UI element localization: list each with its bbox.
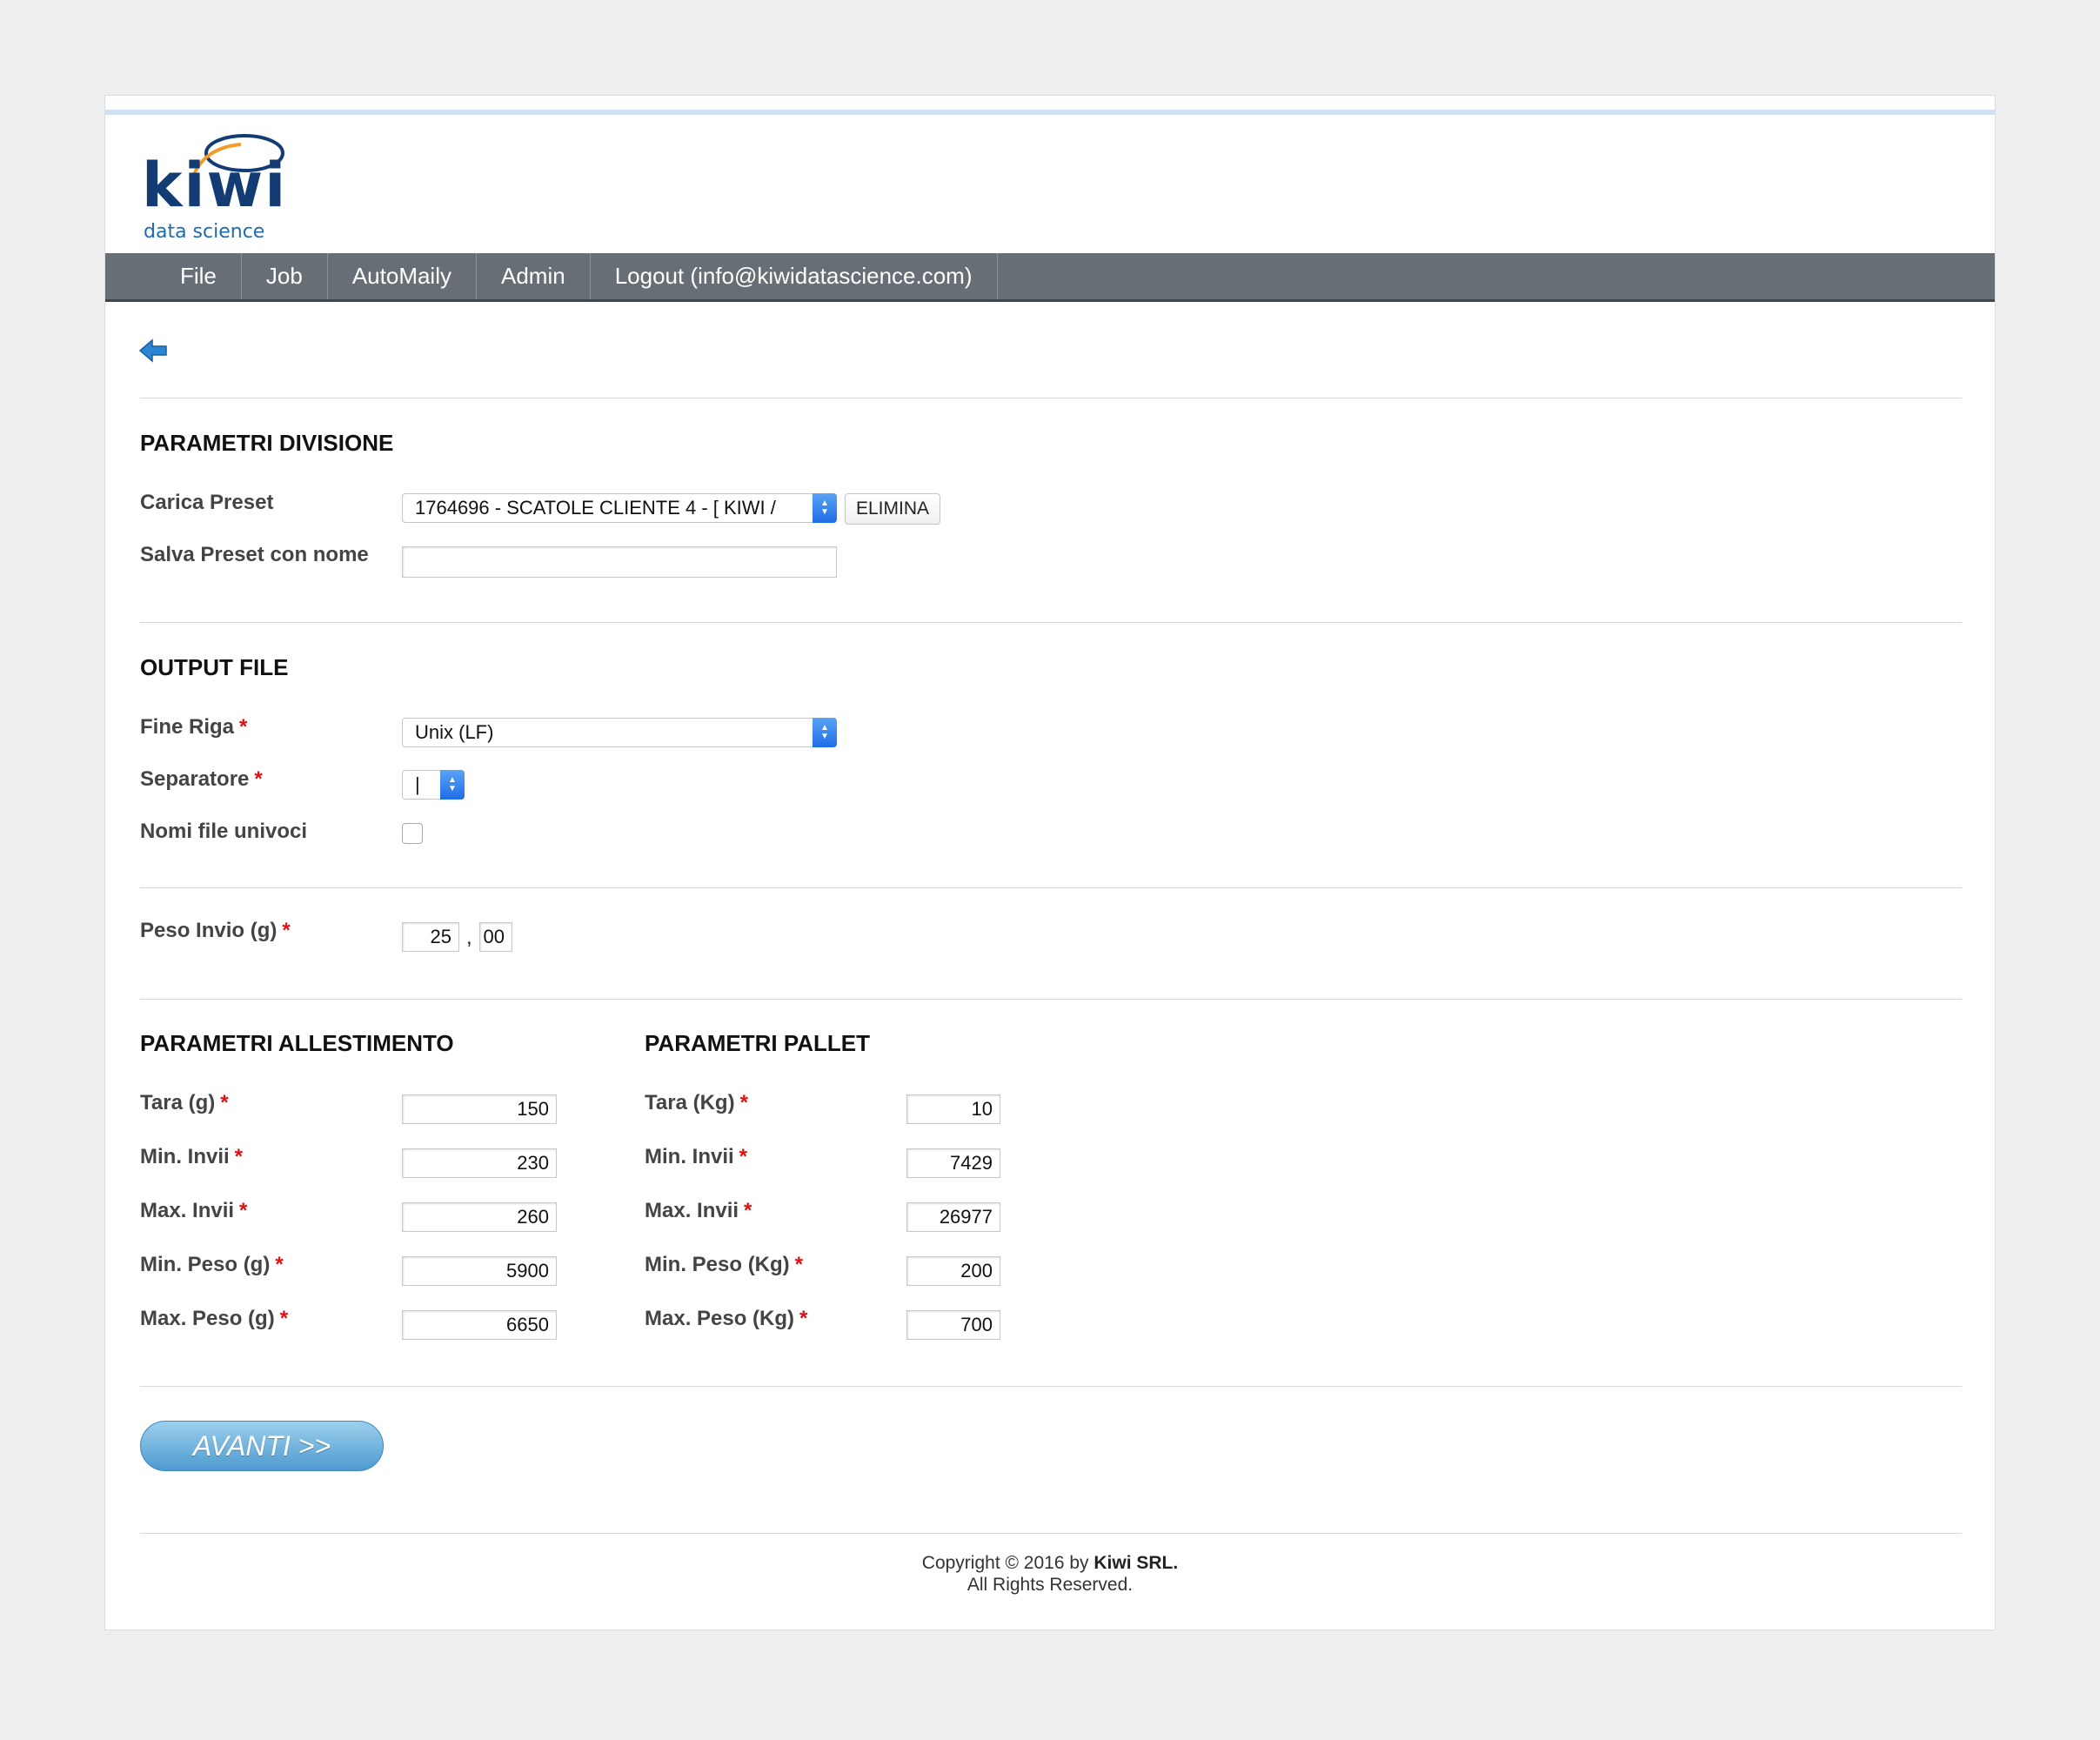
section-title-allestimento: PARAMETRI ALLESTIMENTO bbox=[140, 1030, 454, 1056]
top-strip bbox=[105, 110, 1995, 115]
elimina-button[interactable]: ELIMINA bbox=[845, 493, 941, 525]
required-mark: * bbox=[275, 1253, 284, 1276]
peso-dec-input[interactable]: 00 bbox=[479, 922, 512, 952]
label-carica-preset: Carica Preset bbox=[140, 491, 274, 514]
back-arrow-icon[interactable] bbox=[138, 338, 168, 364]
divider bbox=[140, 887, 1962, 888]
peso-decimal-separator: , bbox=[466, 926, 472, 949]
preset-select[interactable]: 1764696 - SCATOLE CLIENTE 4 - [ KIWI / ▲… bbox=[402, 493, 837, 523]
label-tara-g: Tara (g) * bbox=[140, 1091, 229, 1114]
footer-copyright: Copyright © 2016 by Kiwi SRL. bbox=[105, 1552, 1995, 1574]
footer-company: Kiwi SRL. bbox=[1093, 1553, 1179, 1573]
min-invii-input[interactable]: 230 bbox=[402, 1148, 557, 1178]
tara-g-input[interactable]: 150 bbox=[402, 1094, 557, 1124]
nav-admin[interactable]: Admin bbox=[477, 253, 591, 299]
footer: Copyright © 2016 by Kiwi SRL. All Rights… bbox=[105, 1552, 1995, 1596]
required-mark: * bbox=[794, 1253, 804, 1276]
label-separatore: Separatore * bbox=[140, 767, 263, 791]
kiwi-logo[interactable]: kiwi data science bbox=[137, 130, 293, 244]
footer-rights: All Rights Reserved. bbox=[966, 1575, 1134, 1595]
label-pallet-max-invii: Max. Invii * bbox=[645, 1199, 752, 1222]
peso-int-input[interactable]: 25 bbox=[402, 922, 459, 952]
required-mark: * bbox=[282, 919, 291, 942]
avanti-button[interactable]: AVANTI >> bbox=[140, 1421, 384, 1471]
tara-kg-input[interactable]: 10 bbox=[906, 1094, 1000, 1124]
required-mark: * bbox=[254, 767, 263, 791]
section-title-pallet: PARAMETRI PALLET bbox=[645, 1030, 871, 1056]
min-peso-kg-input[interactable]: 200 bbox=[906, 1256, 1000, 1286]
divider bbox=[140, 622, 1962, 623]
label-min-invii: Min. Invii * bbox=[140, 1145, 244, 1168]
label-min-peso-g: Min. Peso (g) * bbox=[140, 1253, 284, 1276]
label-peso-invio: Peso Invio (g) * bbox=[140, 919, 291, 942]
label-tara-kg: Tara (Kg) * bbox=[645, 1091, 748, 1114]
label-min-peso-kg: Min. Peso (Kg) * bbox=[645, 1253, 804, 1276]
required-mark: * bbox=[279, 1307, 289, 1330]
section-title-output: OUTPUT FILE bbox=[140, 654, 289, 680]
required-mark: * bbox=[739, 1145, 748, 1168]
required-mark: * bbox=[239, 715, 248, 739]
required-mark: * bbox=[234, 1145, 244, 1168]
fine-riga-value: Unix (LF) bbox=[415, 721, 494, 743]
divider bbox=[140, 999, 1962, 1000]
select-arrows-icon: ▲ ▼ bbox=[813, 493, 837, 523]
pallet-min-invii-input[interactable]: 7429 bbox=[906, 1148, 1000, 1178]
preset-select-value: 1764696 - SCATOLE CLIENTE 4 - [ KIWI / bbox=[415, 497, 776, 519]
separatore-value: | bbox=[415, 773, 420, 795]
required-mark: * bbox=[799, 1307, 808, 1330]
divider bbox=[140, 1533, 1962, 1534]
min-peso-g-input[interactable]: 5900 bbox=[402, 1256, 557, 1286]
label-max-invii: Max. Invii * bbox=[140, 1199, 248, 1222]
required-mark: * bbox=[744, 1199, 752, 1222]
section-title-divisione: PARAMETRI DIVISIONE bbox=[140, 430, 394, 456]
label-nomi-univoci: Nomi file univoci bbox=[140, 820, 308, 843]
pallet-max-invii-input[interactable]: 26977 bbox=[906, 1202, 1000, 1232]
nav-job[interactable]: Job bbox=[242, 253, 328, 299]
label-max-peso-g: Max. Peso (g) * bbox=[140, 1307, 289, 1330]
label-pallet-min-invii: Min. Invii * bbox=[645, 1145, 748, 1168]
main-nav: File Job AutoMaily Admin Logout (info@ki… bbox=[105, 253, 1995, 302]
logo-tagline: data science bbox=[144, 221, 265, 243]
footer-copyright-text: Copyright © 2016 by bbox=[921, 1553, 1089, 1573]
nav-file[interactable]: File bbox=[156, 253, 242, 299]
required-mark: * bbox=[239, 1199, 248, 1222]
label-fine-riga: Fine Riga * bbox=[140, 715, 248, 739]
max-peso-kg-input[interactable]: 700 bbox=[906, 1310, 1000, 1340]
nav-automaily[interactable]: AutoMaily bbox=[328, 253, 477, 299]
select-arrows-icon: ▲ ▼ bbox=[813, 718, 837, 747]
nomi-univoci-checkbox[interactable] bbox=[402, 823, 423, 844]
nav-logout[interactable]: Logout (info@kiwidatascience.com) bbox=[591, 253, 998, 299]
separatore-select[interactable]: | ▲ ▼ bbox=[402, 770, 465, 800]
select-arrows-icon: ▲ ▼ bbox=[440, 770, 465, 800]
label-salva-preset: Salva Preset con nome bbox=[140, 543, 369, 566]
required-mark: * bbox=[220, 1091, 229, 1114]
max-invii-input[interactable]: 260 bbox=[402, 1202, 557, 1232]
salva-preset-input[interactable] bbox=[402, 546, 837, 578]
label-max-peso-kg: Max. Peso (Kg) * bbox=[645, 1307, 808, 1330]
page-container: kiwi data science File Job AutoMaily Adm… bbox=[104, 95, 1996, 1630]
logo-brand: kiwi bbox=[142, 150, 288, 221]
max-peso-g-input[interactable]: 6650 bbox=[402, 1310, 557, 1340]
divider bbox=[140, 1386, 1962, 1387]
required-mark: * bbox=[739, 1091, 748, 1114]
fine-riga-select[interactable]: Unix (LF) ▲ ▼ bbox=[402, 718, 837, 747]
